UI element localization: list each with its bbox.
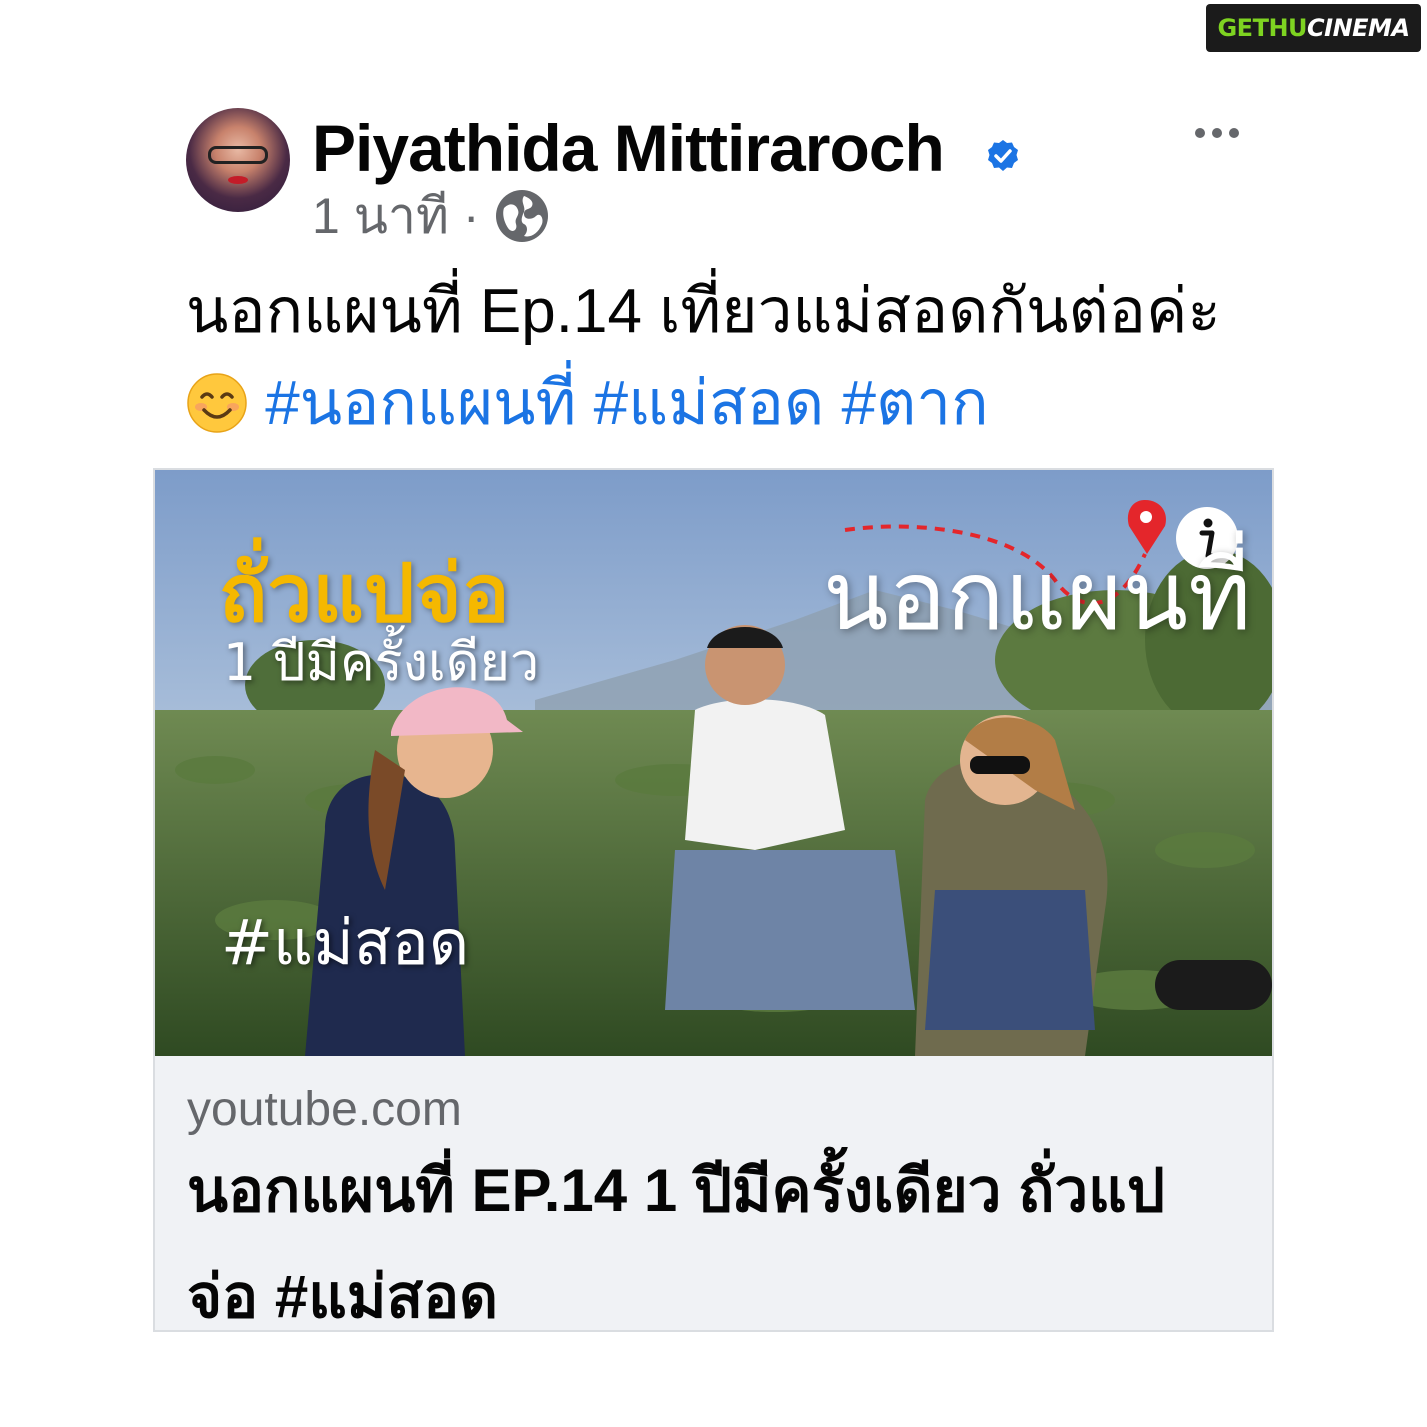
link-preview-card[interactable]: ถั่วแปจ่อ 1 ปีมีครั้งเดียว นอกแผนที่ #แม…	[153, 468, 1274, 1332]
meta-separator: ·	[462, 188, 480, 244]
watermark-part-2: CINEMA	[1307, 14, 1410, 42]
thumbnail-hashtag: #แม่สอด	[221, 906, 470, 979]
link-title[interactable]: นอกแผนที่ EP.14 1 ปีมีครั้งเดียว ถั่วแปจ…	[187, 1138, 1227, 1330]
more-options-icon[interactable]	[1192, 118, 1242, 148]
link-domain: youtube.com	[187, 1083, 462, 1136]
post-meta: 1 นาที ·	[312, 186, 550, 246]
post-timestamp[interactable]: 1 นาที	[312, 177, 449, 256]
hashtag-link[interactable]: #แม่สอด	[594, 369, 825, 438]
post-text: นอกแผนที่ Ep.14 เที่ยวแม่สอดกันต่อค่ะ #น…	[186, 266, 1246, 450]
hashtag-link[interactable]: #ตาก	[842, 369, 989, 438]
smiling-face-icon	[187, 373, 247, 433]
screenshot-page: GETHU CINEMA Piyathida Mittiraroch 1 นาท…	[0, 0, 1427, 1427]
watermark-part-1: GETHU	[1217, 14, 1308, 42]
video-thumbnail[interactable]: ถั่วแปจ่อ 1 ปีมีครั้งเดียว นอกแผนที่ #แม…	[155, 470, 1272, 1056]
hashtag-link[interactable]: #นอกแผนที่	[265, 369, 576, 438]
thumbnail-subtitle: 1 ปีมีครั้งเดียว	[223, 633, 540, 693]
post-message: นอกแผนที่ Ep.14 เที่ยวแม่สอดกันต่อค่ะ	[186, 277, 1221, 346]
verified-badge-icon	[988, 140, 1018, 171]
show-logo: นอกแผนที่	[823, 540, 1252, 652]
globe-icon[interactable]	[494, 188, 550, 244]
watermark-logo: GETHU CINEMA	[1206, 4, 1421, 52]
avatar[interactable]	[186, 108, 290, 212]
author-name[interactable]: Piyathida Mittiraroch	[312, 110, 945, 186]
